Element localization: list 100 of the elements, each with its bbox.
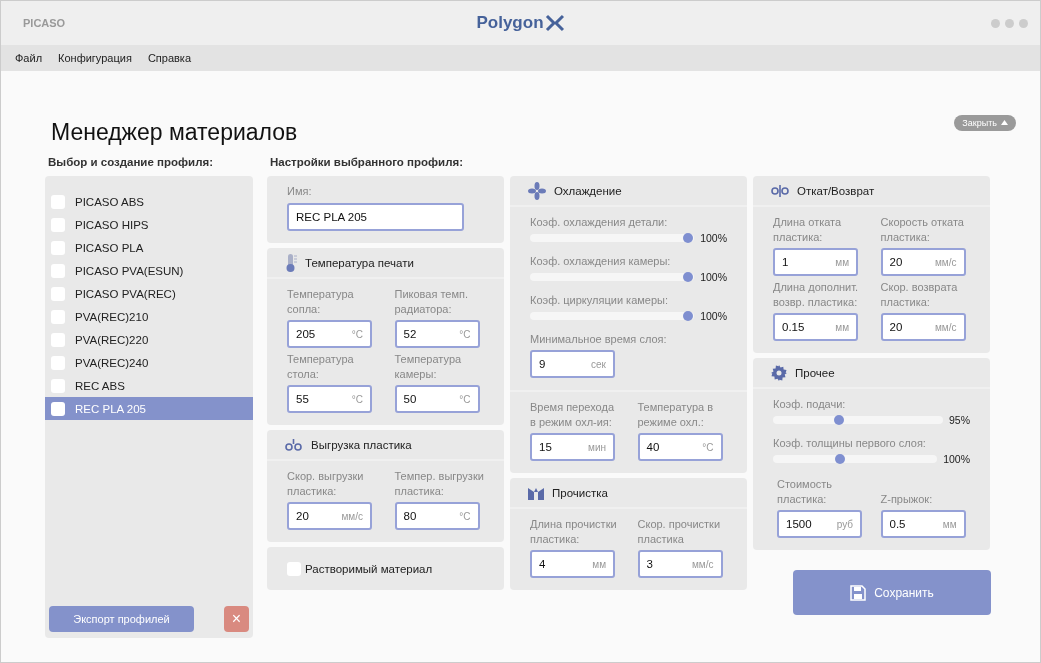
unit-label: мм — [835, 321, 849, 333]
unit-label: мм/с — [934, 256, 957, 268]
spools-icon — [771, 184, 789, 197]
field-label: Скор. выгрузки пластика: — [287, 469, 365, 499]
slider-thumb[interactable] — [834, 454, 845, 464]
window-title: PICASO — [23, 17, 66, 29]
slider-thumb[interactable] — [682, 272, 693, 282]
profile-item[interactable]: PICASO PVA(REC) — [45, 282, 253, 305]
input-field[interactable]: 50 °C — [394, 385, 480, 413]
input-field[interactable]: 1 мм — [773, 248, 858, 276]
profile-item[interactable]: PVA(REC)210 — [45, 305, 253, 328]
unit-label: мм — [835, 256, 849, 268]
input-field[interactable]: 9 сек — [530, 350, 615, 378]
slider-track[interactable] — [530, 273, 695, 281]
slider-track[interactable] — [773, 455, 938, 463]
slider-label: Коэф. охлаждения камеры: — [530, 254, 672, 269]
card-title: Выгрузка пластика — [311, 438, 412, 451]
card-title: Прочистка — [552, 486, 608, 499]
brush-icon — [528, 485, 544, 500]
slider-label: Коэф. охлаждения детали: — [530, 215, 669, 230]
field-label: Скорость отката пластика: — [880, 215, 965, 245]
maximize-button[interactable] — [1005, 18, 1014, 28]
unit-label: °C — [351, 328, 363, 340]
unit-label: руб — [836, 518, 853, 530]
input-field[interactable]: 20 мм/с — [880, 248, 966, 276]
profile-item[interactable]: PICASO PVA(ESUN) — [45, 259, 253, 282]
slider-track[interactable] — [773, 416, 943, 424]
profile-item[interactable]: PVA(REC)220 — [45, 328, 253, 351]
fan-icon — [528, 181, 546, 200]
field-label: Время перехода в режим охл-ия: — [530, 400, 615, 430]
unit-label: мм/с — [934, 321, 957, 333]
card-title: Температура печати — [305, 256, 414, 269]
slider-value: 100% — [700, 271, 727, 283]
menu-item[interactable]: Конфигурация — [58, 52, 132, 64]
input-field[interactable]: 0.5 мм — [880, 510, 966, 538]
page-title: Менеджер материалов — [51, 119, 298, 146]
field-label: Имя: — [287, 184, 313, 199]
slider-value: 100% — [700, 310, 727, 322]
menu-item[interactable]: Файл — [15, 52, 43, 64]
slider-thumb[interactable] — [833, 415, 844, 425]
field-label: Темпер. выгрузки пластика: — [394, 469, 484, 499]
caret-icon — [1001, 120, 1008, 125]
unit-label: °C — [702, 441, 714, 453]
save-icon — [850, 584, 867, 601]
profile-item[interactable]: PICASO HIPS — [45, 213, 253, 236]
profile-item[interactable]: PVA(REC)240 — [45, 351, 253, 374]
name-field[interactable]: REC PLA 205 — [287, 203, 464, 231]
logo-text: Polygon — [476, 13, 544, 33]
minimize-button[interactable] — [991, 18, 1000, 28]
slider-thumb[interactable] — [682, 233, 693, 243]
profile-name: PICASO ABS — [75, 195, 145, 208]
input-field[interactable]: 1500 руб — [777, 510, 862, 538]
input-field[interactable]: 52 °C — [394, 320, 480, 348]
profile-name: PVA(REC)210 — [75, 310, 149, 323]
field-label: Длина дополнит. возвр. пластика: — [773, 280, 860, 310]
profile-name: PICASO PVA(REC) — [75, 287, 176, 300]
profile-item[interactable]: REC ABS — [45, 374, 253, 397]
input-field[interactable]: 15 мин — [530, 433, 615, 461]
profile-item[interactable]: PICASO ABS — [45, 190, 253, 213]
slider-value: 100% — [700, 232, 727, 244]
slider-label: Коэф. циркуляции камеры: — [530, 293, 669, 308]
profile-item[interactable]: PICASO PLA — [45, 236, 253, 259]
input-field[interactable]: 20 мм/с — [287, 502, 372, 530]
profile-name: PICASO PLA — [75, 241, 144, 254]
unit-label: °C — [459, 393, 471, 405]
profile-name: PVA(REC)240 — [75, 356, 149, 369]
thermometer-icon — [285, 252, 297, 273]
unit-label: мм/с — [691, 558, 714, 570]
unit-label: мм — [592, 558, 606, 570]
slider-label: Коэф. толщины первого слоя: — [773, 436, 927, 451]
unit-label: мин — [588, 441, 606, 453]
profile-name: PICASO PVA(ESUN) — [75, 264, 184, 277]
input-field[interactable]: 3 мм/с — [637, 550, 723, 578]
checkbox[interactable] — [51, 401, 65, 416]
profile-name: PICASO HIPS — [75, 218, 149, 231]
input-field[interactable]: 205 °C — [287, 320, 372, 348]
slider-value: 95% — [949, 414, 970, 426]
input-field[interactable]: 0.15 мм — [773, 313, 858, 341]
input-field[interactable]: 4 мм — [530, 550, 615, 578]
section-heading: Настройки выбранного профиля: — [269, 156, 465, 170]
field-label: Длина прочистки пластика: — [530, 517, 618, 547]
close-button[interactable] — [1019, 18, 1028, 28]
input-field[interactable]: 55 °C — [287, 385, 372, 413]
field-label: Скор. возврата пластика: — [880, 280, 959, 310]
slider-label: Коэф. подачи: — [773, 397, 847, 412]
field-label: Z-прыжок: — [880, 492, 934, 507]
unit-label: °C — [459, 510, 471, 522]
input-field[interactable]: 80 °C — [394, 502, 480, 530]
card-title: Прочее — [795, 366, 835, 379]
menu-item[interactable]: Справка — [147, 52, 192, 64]
input-field[interactable]: 20 мм/с — [880, 313, 966, 341]
profile-name: REC PLA 205 — [75, 402, 146, 415]
slider-track[interactable] — [530, 312, 695, 320]
profile-name: PVA(REC)220 — [75, 333, 149, 346]
field-label: Стоимость пластика: — [777, 477, 834, 507]
field-label: Пиковая темп. радиатора: — [394, 287, 470, 317]
input-field[interactable]: 40 °C — [637, 433, 723, 461]
slider-value: 100% — [943, 453, 970, 465]
slider-thumb[interactable] — [682, 311, 693, 321]
slider-track[interactable] — [530, 234, 695, 242]
